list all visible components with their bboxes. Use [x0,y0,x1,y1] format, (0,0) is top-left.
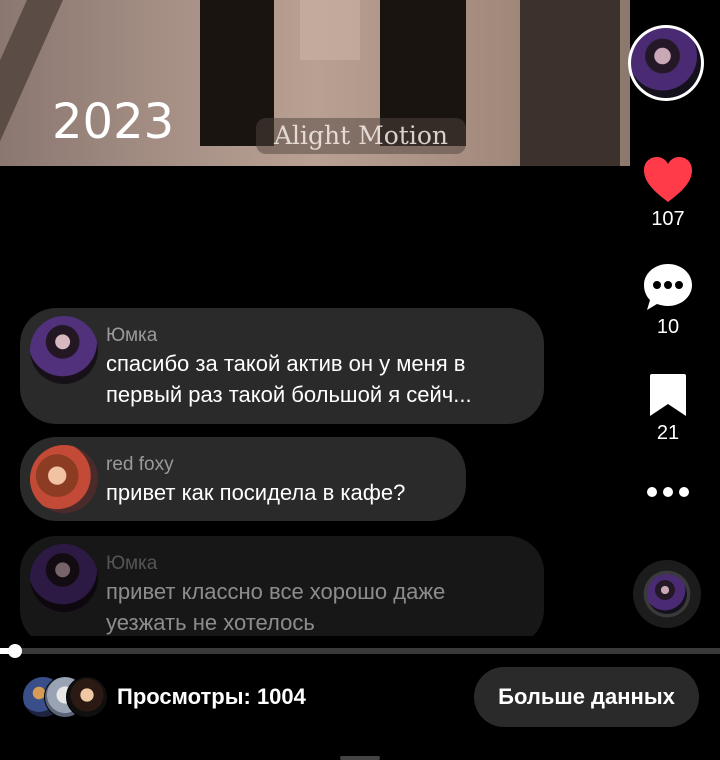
like-count: 107 [651,208,685,230]
bookmark-count: 21 [656,422,680,444]
comment-icon [644,264,692,310]
comment-text: привет классно все хорошо даже уезжать н… [106,579,446,635]
comment-text: спасибо за такой актив он у меня в первы… [106,351,472,407]
comment-avatar[interactable] [30,316,98,384]
sound-disc[interactable] [633,560,701,628]
viewer-avatars[interactable] [22,676,108,718]
comments-clip-edge [0,636,620,646]
home-indicator [340,756,380,760]
author-avatar-image [631,28,701,98]
progress-scrubber-handle[interactable] [8,644,22,658]
comment-avatar[interactable] [30,445,98,513]
comment-count: 10 [656,316,680,338]
heart-icon [644,157,692,202]
sound-cover-image [647,574,687,614]
comment-item[interactable]: Юмка привет классно все хорошо даже уезж… [20,536,544,646]
video-shape [520,0,620,166]
views-count[interactable]: Просмотры: 1004 [117,684,306,710]
comment-username: Юмка [106,325,158,346]
comment-item[interactable]: Юмка спасибо за такой актив он у меня в … [20,308,544,424]
video-shape [300,0,360,60]
comment-username: Юмка [106,553,158,574]
video-frame[interactable]: 2023 Alight Motion [0,0,630,166]
comment-username: red foxy [106,454,174,475]
more-icon [647,487,689,497]
bookmark-button[interactable]: 21 [630,372,706,445]
comment-text: привет как посидела в кафе? [106,480,406,505]
comment-item[interactable]: red foxy привет как посидела в кафе? [20,437,466,521]
watermark-label: Alight Motion [256,118,466,154]
comment-button[interactable]: 10 [630,262,706,339]
comment-avatar[interactable] [30,544,98,612]
viewer-avatar [66,676,108,718]
more-options-button[interactable] [630,486,706,498]
like-button[interactable]: 107 [630,156,706,231]
video-progress-bar[interactable] [0,648,720,654]
bookmark-icon [650,374,686,416]
more-data-button[interactable]: Больше данных [474,667,699,727]
video-year-overlay: 2023 [52,94,175,150]
author-avatar[interactable] [628,25,704,101]
